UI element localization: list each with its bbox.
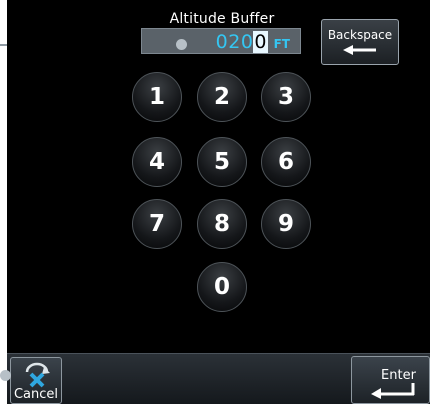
key-5-label: 5 <box>213 149 230 175</box>
key-4[interactable]: 4 <box>132 137 182 187</box>
callout-dot-field <box>176 39 187 50</box>
enter-button[interactable]: Enter <box>351 356 430 404</box>
altitude-buffer-field[interactable]: 0200 FT <box>141 28 301 54</box>
key-1-label: 1 <box>148 84 165 110</box>
key-5[interactable]: 5 <box>197 137 247 187</box>
unit-label: FT <box>273 37 290 51</box>
key-9-label: 9 <box>277 211 294 237</box>
key-2-label: 2 <box>213 84 230 110</box>
key-3-label: 3 <box>277 84 294 110</box>
arrow-left-icon <box>343 45 376 55</box>
cancel-icon <box>25 362 50 388</box>
key-1[interactable]: 1 <box>132 72 182 122</box>
key-7-label: 7 <box>148 211 165 237</box>
key-8-label: 8 <box>213 211 230 237</box>
cancel-label: Cancel <box>13 387 59 402</box>
key-8[interactable]: 8 <box>197 199 247 249</box>
cancel-button[interactable]: Cancel <box>10 357 62 404</box>
key-7[interactable]: 7 <box>132 199 182 249</box>
callout-dot-cancel <box>0 370 11 381</box>
backspace-label: Backspace <box>327 28 393 42</box>
key-0[interactable]: 0 <box>197 262 247 312</box>
key-2[interactable]: 2 <box>197 72 247 122</box>
key-9[interactable]: 9 <box>261 199 311 249</box>
key-4-label: 4 <box>148 149 165 175</box>
cursor-digit: 0 <box>253 31 268 53</box>
altitude-buffer-value: 0200 <box>216 31 268 53</box>
key-0-label: 0 <box>213 274 230 300</box>
backspace-button[interactable]: Backspace <box>321 19 399 65</box>
dialog-title: Altitude Buffer <box>169 11 275 27</box>
key-3[interactable]: 3 <box>261 72 311 122</box>
enter-label: Enter <box>381 368 416 383</box>
altitude-buffer-screen: Altitude Buffer 0200 FT Backspace 1 2 3 … <box>7 0 430 404</box>
enter-arrow-icon <box>371 383 415 399</box>
key-6[interactable]: 6 <box>261 137 311 187</box>
key-6-label: 6 <box>277 149 294 175</box>
value-digits: 020 <box>215 31 254 53</box>
